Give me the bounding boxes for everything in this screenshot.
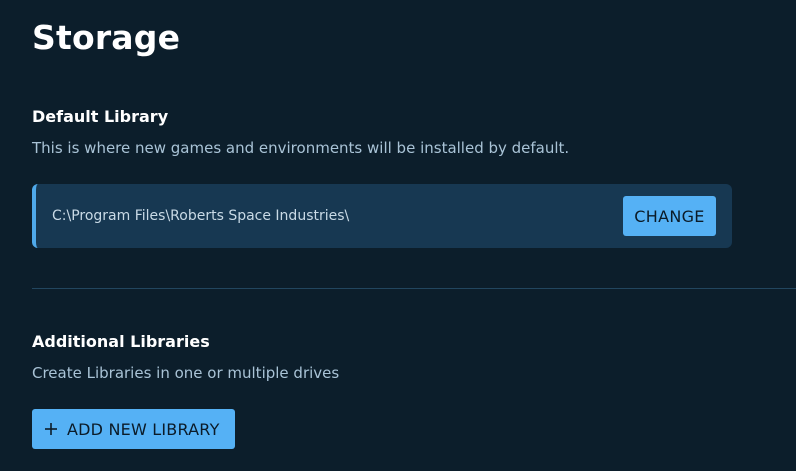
plus-icon [45, 423, 57, 435]
additional-libraries-title: Additional Libraries [32, 332, 210, 351]
default-library-title: Default Library [32, 107, 169, 126]
additional-libraries-description: Create Libraries in one or multiple driv… [32, 364, 340, 382]
section-divider [32, 288, 796, 289]
change-library-button[interactable]: CHANGE [623, 196, 716, 236]
add-new-library-label: ADD NEW LIBRARY [67, 419, 220, 439]
default-library-path-row: C:\Program Files\Roberts Space Industrie… [32, 184, 732, 248]
page-title: Storage [32, 18, 181, 57]
default-library-path: C:\Program Files\Roberts Space Industrie… [52, 208, 350, 224]
add-new-library-button[interactable]: ADD NEW LIBRARY [32, 409, 235, 449]
default-library-description: This is where new games and environments… [32, 139, 570, 157]
storage-settings-page: Storage Default Library This is where ne… [0, 0, 796, 471]
